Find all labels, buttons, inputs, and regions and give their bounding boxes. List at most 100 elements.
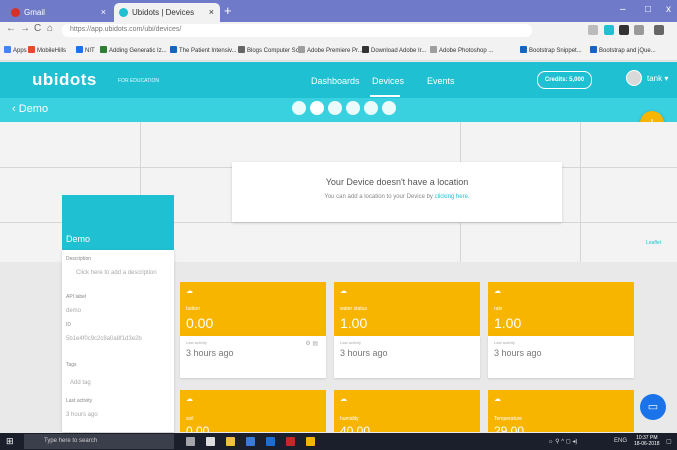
home-button[interactable]: ⌂ — [47, 23, 53, 34]
chrome-icon[interactable] — [306, 437, 315, 446]
bookmark-icon — [100, 46, 107, 53]
maximize-button[interactable]: □ — [645, 4, 651, 15]
folder-icon[interactable] — [226, 437, 235, 446]
window-close-button[interactable]: x — [666, 4, 671, 15]
bookmark-item[interactable]: Adobe Premiere Pr... — [298, 46, 363, 54]
description-label: Description — [66, 256, 92, 262]
bookmark-icon — [238, 46, 245, 53]
device-name[interactable]: Demo — [66, 234, 90, 244]
no-location-panel — [232, 162, 562, 222]
extension-icon[interactable] — [634, 25, 644, 35]
windows-start-icon[interactable]: ⊞ — [6, 436, 14, 447]
chat-support-button[interactable]: ▭ — [640, 394, 666, 420]
minimize-button[interactable]: – — [620, 4, 626, 15]
description-value[interactable]: Click here to add a description — [76, 270, 157, 276]
bookmark-item[interactable]: Download Adobe Ir... — [362, 46, 426, 54]
back-button[interactable]: ← — [6, 23, 16, 34]
variable-icon: ☁ — [340, 396, 347, 403]
nav-events[interactable]: Events — [427, 76, 455, 86]
bookmark-label: The Patient Intensiv... — [179, 48, 237, 54]
variable-value: 1.00 — [494, 315, 522, 331]
edit-icon[interactable] — [310, 101, 324, 115]
variable-icon: ☁ — [494, 396, 501, 403]
bookmark-icon — [430, 46, 437, 53]
bookmark-item[interactable]: Bootstrap and jQue... — [590, 46, 656, 54]
user-menu[interactable]: tank ▾ — [647, 74, 668, 83]
profile-icon[interactable] — [654, 25, 664, 35]
last-activity-value: 3 hours ago — [66, 412, 98, 418]
new-tab-button[interactable]: + — [224, 3, 232, 18]
edge-icon[interactable] — [266, 437, 275, 446]
last-activity-label: Last activity — [186, 340, 207, 345]
extension-icon[interactable] — [619, 25, 629, 35]
variable-card-water-status[interactable]: ☁ water status 1.00 — [334, 282, 480, 336]
apps-icon — [4, 46, 11, 53]
api-label-value[interactable]: demo — [66, 308, 81, 314]
system-tray-icons[interactable]: ☼ ⚲ ^ ◻ ◂) — [548, 438, 577, 445]
last-activity-value: 3 hours ago — [186, 348, 234, 358]
variable-card-footer: Last activity 3 hours ago — [334, 336, 480, 378]
bookmark-icon — [170, 46, 177, 53]
reload-button[interactable]: C — [34, 23, 41, 34]
variable-value: 29.00 — [494, 424, 525, 432]
close-icon[interactable]: × — [101, 7, 106, 17]
api-label-label: API label — [66, 294, 87, 300]
location-icon[interactable] — [328, 101, 342, 115]
task-view-icon[interactable] — [186, 437, 195, 446]
variable-card-soil[interactable]: ☁ soil 0.00 — [180, 390, 326, 432]
file-explorer-icon[interactable] — [206, 437, 215, 446]
language-indicator[interactable]: ENG — [614, 438, 627, 444]
card-actions-icon[interactable]: ⚙ ▤ — [305, 340, 318, 347]
variable-icon: ☁ — [494, 288, 501, 295]
variable-name: button — [186, 306, 200, 312]
delete-icon[interactable] — [382, 101, 396, 115]
star-icon[interactable] — [588, 25, 598, 35]
bookmark-item[interactable]: NIT — [76, 46, 95, 54]
address-bar[interactable]: https://app.ubidots.com/ubi/devices/ — [62, 24, 532, 37]
nav-devices[interactable]: Devices — [372, 76, 404, 86]
gmail-icon — [11, 8, 20, 17]
variable-card-rain[interactable]: ☁ rain 1.00 — [488, 282, 634, 336]
bookmark-icon — [76, 46, 83, 53]
back-to-devices-link[interactable]: ‹ Demo — [12, 103, 48, 115]
bookmark-item[interactable]: Adobe Photoshop ... — [430, 46, 493, 54]
webhook-icon[interactable] — [364, 101, 378, 115]
bookmark-item[interactable]: Apps — [4, 46, 27, 54]
avatar[interactable] — [626, 70, 642, 86]
nav-dashboards[interactable]: Dashboards — [311, 76, 360, 86]
close-icon[interactable]: × — [209, 7, 214, 17]
map-road — [580, 122, 581, 262]
variable-card-humidity[interactable]: ☁ humidity 40.00 — [334, 390, 480, 432]
bookmarks-bar: Apps MobileHills NIT Adding Generatic Iz… — [0, 39, 677, 61]
notifications-icon[interactable]: ▢ — [666, 438, 672, 445]
add-tag-button[interactable]: Add tag — [70, 380, 91, 386]
credits-badge[interactable]: Credits: 5,000 — [537, 71, 592, 89]
variable-card-temperature[interactable]: ☁ Temperature 29.00 — [488, 390, 634, 432]
bookmark-item[interactable]: MobileHills — [28, 46, 66, 54]
bookmark-label: Adding Generatic Iz... — [109, 48, 167, 54]
variable-name: rain — [494, 306, 503, 312]
store-icon[interactable] — [246, 437, 255, 446]
variable-value: 40.00 — [340, 424, 371, 432]
forward-button[interactable]: → — [20, 23, 30, 34]
bookmark-item[interactable]: Blogs Computer Sc... — [238, 46, 304, 54]
bookmark-item[interactable]: Adding Generatic Iz... — [100, 46, 167, 54]
variable-card-button[interactable]: ☁ button 0.00 — [180, 282, 326, 336]
tab-ubidots-devices[interactable]: Ubidots | Devices × — [114, 3, 220, 22]
tab-gmail[interactable]: Gmail × — [6, 3, 112, 22]
map-attribution[interactable]: Leaflet — [646, 240, 661, 246]
variable-name: Temperature — [494, 416, 523, 422]
export-icon[interactable] — [346, 101, 360, 115]
add-location-link[interactable]: clicking here. — [435, 194, 470, 200]
variable-icon: ☁ — [186, 396, 193, 403]
variable-name: humidity — [340, 416, 359, 422]
bookmark-item[interactable]: Bootstrap Snippet... — [520, 46, 582, 54]
taskbar-search-input[interactable]: Type here to search — [24, 434, 174, 449]
clock-date: 18-06-2018 — [634, 441, 660, 447]
ubidots-logo[interactable]: ubidots — [32, 70, 97, 90]
taskbar-clock[interactable]: 10:37 PM 18-06-2018 — [634, 435, 660, 447]
settings-icon[interactable] — [292, 101, 306, 115]
bookmark-item[interactable]: The Patient Intensiv... — [170, 46, 237, 54]
app-icon[interactable] — [286, 437, 295, 446]
extension-icon[interactable] — [604, 25, 614, 35]
